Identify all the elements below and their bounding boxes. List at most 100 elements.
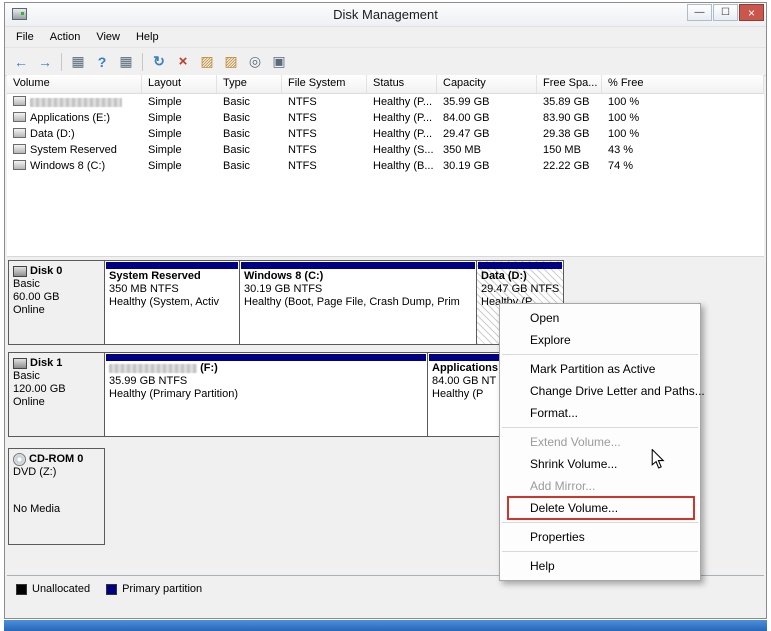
- partition-size: 84.00 GB NT: [432, 375, 497, 387]
- column-status[interactable]: Status: [367, 75, 437, 93]
- disk-icon: [13, 357, 27, 369]
- menu-bar: File Action View Help: [5, 27, 766, 47]
- disk-name: Disk 1: [30, 357, 63, 369]
- disk-management-window: Disk Management — ☐ × File Action View H…: [4, 2, 767, 619]
- search-icon[interactable]: ◎: [244, 51, 266, 73]
- forward-icon[interactable]: →: [34, 51, 56, 73]
- cdrom-0-row: CD-ROM 0 DVD (Z:) No Media: [8, 448, 105, 545]
- partition-color-bar: [478, 262, 563, 269]
- cell-percent-free: 74 %: [608, 160, 634, 172]
- partition-name: Data (D:): [481, 270, 527, 282]
- volume-list-header: Volume Layout Type File System Status Ca…: [7, 75, 764, 94]
- partition-status: Healthy (System, Activ: [109, 296, 220, 308]
- partition-name: Applications: [432, 362, 499, 374]
- column-capacity[interactable]: Capacity: [437, 75, 537, 93]
- volume-name: Data (D:): [30, 128, 75, 140]
- context-menu: Open Explore Mark Partition as Active Ch…: [499, 303, 705, 581]
- column-type[interactable]: Type: [217, 75, 282, 93]
- back-icon[interactable]: ←: [10, 51, 32, 73]
- column-file-system[interactable]: File System: [282, 75, 367, 93]
- disk-type: Basic: [13, 370, 40, 382]
- cell-capacity: 84.00 GB: [443, 112, 490, 124]
- cell-status: Healthy (P...: [373, 112, 433, 124]
- column-free-space[interactable]: Free Spa...: [537, 75, 602, 93]
- volume-list: Volume Layout Type File System Status Ca…: [7, 75, 764, 257]
- cell-type: Basic: [223, 144, 250, 156]
- disk-status: Online: [13, 304, 45, 316]
- menu-item-help[interactable]: Help: [500, 555, 700, 577]
- cell-type: Basic: [223, 112, 250, 124]
- menu-help[interactable]: Help: [128, 29, 167, 45]
- maximize-button[interactable]: ☐: [713, 4, 738, 21]
- close-button[interactable]: ×: [739, 4, 764, 21]
- cell-status: Healthy (B...: [373, 160, 434, 172]
- cell-layout: Simple: [148, 144, 182, 156]
- column-volume[interactable]: Volume: [7, 75, 142, 93]
- window-controls: — ☐ ×: [686, 4, 764, 21]
- mouse-cursor-icon: [651, 449, 665, 469]
- cell-capacity: 35.99 GB: [443, 96, 490, 108]
- cell-capacity: 350 MB: [443, 144, 481, 156]
- menu-item-explore[interactable]: Explore: [500, 329, 700, 351]
- menu-item-open[interactable]: Open: [500, 307, 700, 329]
- column-percent-free[interactable]: % Free: [602, 75, 764, 93]
- disk-type: Basic: [13, 278, 40, 290]
- redacted-volume-name: [30, 97, 122, 107]
- menu-item-delete-volume[interactable]: Delete Volume...: [500, 496, 700, 520]
- menu-file[interactable]: File: [8, 29, 42, 45]
- cd-rom-icon: [13, 452, 26, 466]
- partition-size: 350 MB NTFS: [109, 283, 179, 295]
- console-window-icon[interactable]: ▦: [115, 51, 137, 73]
- disk-tool-icon[interactable]: ▣: [268, 51, 290, 73]
- partition-system-reserved[interactable]: System Reserved 350 MB NTFS Healthy (Sys…: [105, 261, 240, 344]
- disk-name: Disk 0: [30, 265, 63, 277]
- table-row[interactable]: Data (D:) Simple Basic NTFS Healthy (P..…: [7, 126, 764, 142]
- menu-view[interactable]: View: [88, 29, 128, 45]
- cell-percent-free: 43 %: [608, 144, 634, 156]
- partition-applications-e[interactable]: Applications 84.00 GB NT Healthy (P: [428, 353, 502, 436]
- delete-icon[interactable]: ×: [172, 51, 194, 73]
- cell-file-system: NTFS: [288, 96, 317, 108]
- refresh-icon[interactable]: ↻: [148, 51, 170, 73]
- partition-name: System Reserved: [109, 270, 201, 282]
- legend-unallocated-label: Unallocated: [32, 583, 91, 595]
- menu-action[interactable]: Action: [42, 29, 89, 45]
- cell-status: Healthy (P...: [373, 128, 433, 140]
- disk-icon: [13, 265, 27, 277]
- cell-file-system: NTFS: [288, 160, 317, 172]
- cell-type: Basic: [223, 128, 250, 140]
- console-tree-icon[interactable]: ▦: [67, 51, 89, 73]
- unallocated-swatch: [16, 583, 27, 595]
- cell-capacity: 30.19 GB: [443, 160, 490, 172]
- table-row[interactable]: System Reserved Simple Basic NTFS Health…: [7, 142, 764, 158]
- folder-open-icon[interactable]: ▨: [196, 51, 218, 73]
- menu-item-format[interactable]: Format...: [500, 402, 700, 424]
- cdrom-0-header[interactable]: CD-ROM 0 DVD (Z:) No Media: [8, 448, 105, 545]
- disk-status: Online: [13, 396, 45, 408]
- menu-item-properties[interactable]: Properties: [500, 526, 700, 548]
- help-icon[interactable]: ?: [91, 51, 113, 73]
- column-layout[interactable]: Layout: [142, 75, 217, 93]
- partition-windows-8-c[interactable]: Windows 8 (C:) 30.19 GB NTFS Healthy (Bo…: [240, 261, 477, 344]
- disk-0-partitions: System Reserved 350 MB NTFS Healthy (Sys…: [104, 260, 565, 345]
- toolbar-separator: [61, 52, 62, 71]
- partition-size: 30.19 GB NTFS: [244, 283, 323, 295]
- primary-partition-swatch: [106, 583, 118, 595]
- disk-0-header[interactable]: Disk 0 Basic 60.00 GB Online: [8, 260, 105, 345]
- table-row[interactable]: Applications (E:) Simple Basic NTFS Heal…: [7, 110, 764, 126]
- volume-icon: [13, 112, 26, 122]
- properties-icon[interactable]: ▨: [220, 51, 242, 73]
- minimize-button[interactable]: —: [687, 4, 712, 21]
- legend-unallocated: Unallocated: [16, 583, 90, 595]
- volume-name: Windows 8 (C:): [30, 160, 106, 172]
- menu-item-add-mirror: Add Mirror...: [530, 479, 596, 493]
- table-row[interactable]: Windows 8 (C:) Simple Basic NTFS Healthy…: [7, 158, 764, 174]
- disk-0-row: Disk 0 Basic 60.00 GB Online System Rese…: [8, 260, 565, 345]
- disk-1-header[interactable]: Disk 1 Basic 120.00 GB Online: [8, 352, 105, 437]
- partition-size: 35.99 GB NTFS: [109, 375, 188, 387]
- menu-item-mark-partition-active[interactable]: Mark Partition as Active: [500, 358, 700, 380]
- partition-f[interactable]: (F:) 35.99 GB NTFS Healthy (Primary Part…: [105, 353, 428, 436]
- menu-item-shrink-volume[interactable]: Shrink Volume...: [500, 453, 700, 475]
- table-row[interactable]: Simple Basic NTFS Healthy (P... 35.99 GB…: [7, 94, 764, 110]
- menu-item-change-drive-letter[interactable]: Change Drive Letter and Paths...: [500, 380, 705, 402]
